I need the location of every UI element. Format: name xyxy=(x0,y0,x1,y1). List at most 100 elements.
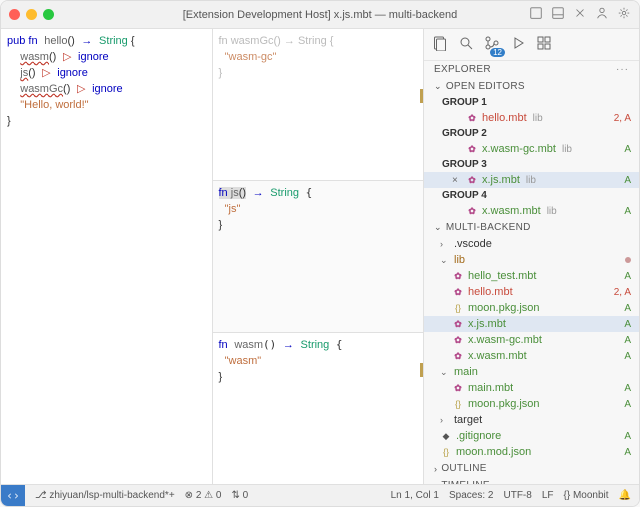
file-label: x.js.mbt xyxy=(468,318,506,330)
cursor-position[interactable]: Ln 1, Col 1 xyxy=(391,490,439,501)
json-file-icon: {} xyxy=(452,398,464,410)
customize-layout-icon[interactable] xyxy=(529,6,543,23)
notifications-icon[interactable]: 🔔 xyxy=(619,490,631,501)
folder-label: .vscode xyxy=(454,238,492,250)
open-editor-item[interactable]: ✿x.wasm.mbtlibA xyxy=(424,203,639,219)
file-label: x.wasm.mbt xyxy=(482,205,541,217)
chevron-down-icon: ⌄ xyxy=(434,222,442,233)
eol-status[interactable]: LF xyxy=(542,490,554,501)
debug-icon[interactable] xyxy=(510,35,526,54)
file-item[interactable]: {}moon.mod.jsonA xyxy=(424,444,639,460)
maximize-window-button[interactable] xyxy=(43,9,54,20)
git-badge: A xyxy=(624,319,631,330)
file-label: x.js.mbt xyxy=(482,174,520,186)
explorer-icon[interactable] xyxy=(432,35,448,54)
folder-label: target xyxy=(454,414,482,426)
git-badge: A xyxy=(624,383,631,394)
window-controls xyxy=(9,9,54,20)
folder-item[interactable]: › .vscode xyxy=(424,236,639,252)
folder-item[interactable]: ⌄lib xyxy=(424,252,639,268)
git-badge: 2, A xyxy=(614,113,631,124)
explorer-header: EXPLORER ··· xyxy=(424,61,639,78)
file-label: x.wasm.mbt xyxy=(468,350,527,362)
file-label: .gitignore xyxy=(456,430,501,442)
sidebar: EXPLORER ··· ⌄ OPEN EDITORS GROUP 1✿hell… xyxy=(424,29,639,484)
file-item[interactable]: ◆.gitignoreA xyxy=(424,428,639,444)
editor-group-header: GROUP 2 xyxy=(424,126,639,141)
outline-header[interactable]: › OUTLINE xyxy=(424,460,639,477)
git-badge: A xyxy=(624,431,631,442)
file-item[interactable]: ✿x.js.mbtA xyxy=(424,316,639,332)
chevron-down-icon: ⌄ xyxy=(434,81,442,92)
moonbit-file-icon: ✿ xyxy=(452,382,464,394)
toggle-panel-icon[interactable] xyxy=(551,6,565,23)
editor-group-1[interactable]: pub fn hello() → String { wasm() ▷ ignor… xyxy=(1,29,213,484)
file-item[interactable]: {}moon.pkg.jsonA xyxy=(424,396,639,412)
git-badge: A xyxy=(624,271,631,282)
source-control-icon[interactable] xyxy=(484,35,500,54)
extensions-icon[interactable] xyxy=(536,35,552,54)
moonbit-file-icon: ✿ xyxy=(466,143,478,155)
git-badge: A xyxy=(624,144,631,155)
project-header[interactable]: ⌄ MULTI-BACKEND xyxy=(424,219,639,236)
account-icon[interactable] xyxy=(595,6,609,23)
open-editors-header[interactable]: ⌄ OPEN EDITORS xyxy=(424,78,639,95)
window-title: [Extension Development Host] x.js.mbt — … xyxy=(183,9,458,21)
file-label: hello_test.mbt xyxy=(468,270,536,282)
chevron-icon: › xyxy=(440,239,450,249)
editor-pane-wasm[interactable]: fn wasm() → String { "wasm" } xyxy=(213,333,424,484)
close-window-button[interactable] xyxy=(9,9,20,20)
moonbit-file-icon: ✿ xyxy=(466,112,478,124)
open-editor-item[interactable]: ✿hello.mbtlib2, A xyxy=(424,110,639,126)
moonbit-file-icon: ✿ xyxy=(452,286,464,298)
remote-indicator[interactable] xyxy=(1,485,25,507)
chevron-icon: › xyxy=(440,415,450,425)
git-badge: A xyxy=(624,335,631,346)
json-file-icon: {} xyxy=(452,302,464,314)
editor-pane-wasmgc[interactable]: fn wasmGc() → String { "wasm-gc" } xyxy=(213,29,424,181)
close-icon[interactable] xyxy=(573,6,587,23)
file-label: main.mbt xyxy=(468,382,513,394)
editor-content[interactable]: pub fn hello() → String { wasm() ▷ ignor… xyxy=(1,29,212,133)
file-item[interactable]: {} moon.pkg.json A xyxy=(424,300,639,316)
editor-pane-js[interactable]: fn js() → String { "js" } xyxy=(213,181,424,333)
json-file-icon: {} xyxy=(440,446,452,458)
more-actions-icon[interactable]: ··· xyxy=(616,64,629,75)
folder-item[interactable]: ⌄main xyxy=(424,364,639,380)
moonbit-file-icon: ✿ xyxy=(452,270,464,282)
folder-item[interactable]: › target xyxy=(424,412,639,428)
minimize-window-button[interactable] xyxy=(26,9,37,20)
moonbit-file-icon: ✿ xyxy=(466,174,478,186)
file-item[interactable]: ✿ main.mbt A xyxy=(424,380,639,396)
git-badge: 2, A xyxy=(614,287,631,298)
git-badge: A xyxy=(624,303,631,314)
open-editor-item[interactable]: ✿x.wasm-gc.mbtlibA xyxy=(424,141,639,157)
file-label: x.wasm-gc.mbt xyxy=(468,334,542,346)
file-item[interactable]: ✿hello.mbt2, A xyxy=(424,284,639,300)
file-item[interactable]: ✿ hello_test.mbt A xyxy=(424,268,639,284)
git-branch-status[interactable]: ⎇ zhiyuan/lsp-multi-backend*+ xyxy=(35,490,175,501)
open-editor-item[interactable]: ×✿x.js.mbtlibA xyxy=(424,172,639,188)
moonbit-file-icon: ✿ xyxy=(452,350,464,362)
problems-status[interactable]: ⊗ 2 ⚠ 0 xyxy=(185,490,222,501)
modified-marker-icon xyxy=(420,89,423,103)
ports-status[interactable]: ⇅ 0 xyxy=(231,490,248,501)
folder-label: lib xyxy=(454,254,465,266)
gear-icon[interactable] xyxy=(617,6,631,23)
modified-marker-icon xyxy=(420,363,423,377)
editor-group-header: GROUP 3 xyxy=(424,157,639,172)
search-icon[interactable] xyxy=(458,35,474,54)
file-item[interactable]: ✿x.wasm-gc.mbtA xyxy=(424,332,639,348)
editor-area: pub fn hello() → String { wasm() ▷ ignor… xyxy=(1,29,424,484)
moonbit-file-icon: ✿ xyxy=(466,205,478,217)
statusbar: ⎇ zhiyuan/lsp-multi-backend*+ ⊗ 2 ⚠ 0 ⇅ … xyxy=(1,484,639,506)
language-status[interactable]: {} Moonbit xyxy=(564,490,609,501)
encoding-status[interactable]: UTF-8 xyxy=(503,490,531,501)
file-item[interactable]: ✿x.wasm.mbtA xyxy=(424,348,639,364)
close-editor-icon[interactable]: × xyxy=(452,175,462,186)
editor-group-right: fn wasmGc() → String { "wasm-gc" } fn js… xyxy=(213,29,424,484)
titlebar: [Extension Development Host] x.js.mbt — … xyxy=(1,1,639,29)
indent-status[interactable]: Spaces: 2 xyxy=(449,490,493,501)
file-label: moon.pkg.json xyxy=(468,302,540,314)
editor-group-header: GROUP 1 xyxy=(424,95,639,110)
